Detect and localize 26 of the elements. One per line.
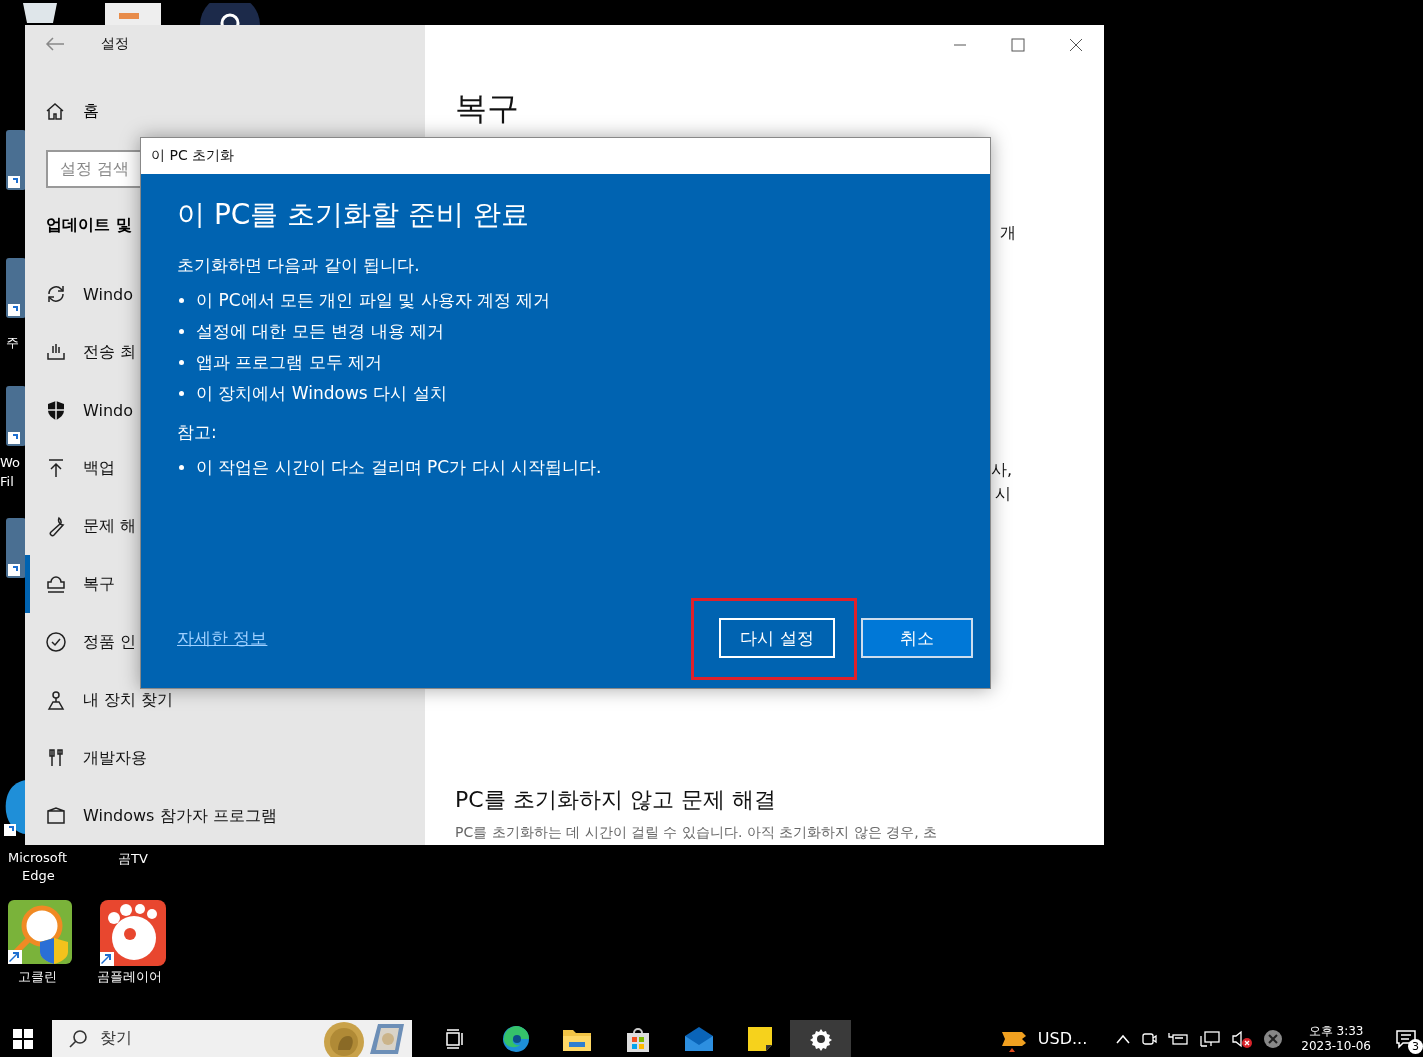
section-title: PC를 초기화하지 않고 문제 해결 — [455, 786, 777, 814]
icon-label: Edge — [22, 868, 55, 883]
icon-label: 고클린 — [18, 968, 57, 986]
dialog-heading: 이 PC를 초기화할 준비 완료 — [177, 197, 531, 233]
window-title: 설정 — [101, 34, 129, 53]
text-fragment: 개 — [1000, 223, 1016, 244]
icon-label: 주 — [6, 334, 19, 352]
dialog-title: 이 PC 초기화 — [141, 138, 990, 174]
intro-text: 초기화하면 다음과 같이 됩니다. — [177, 254, 421, 277]
notification-count: 3 — [1408, 1038, 1423, 1054]
text-fragment: 사, — [991, 460, 1013, 481]
bullet-text: 앱과 프로그램 모두 제거 — [196, 351, 383, 374]
icon-label: 곰TV — [118, 850, 148, 868]
section-heading: 업데이트 및 — [46, 214, 132, 236]
text-fragment: 시 — [995, 484, 1011, 505]
icon-label: 곰플레이어 — [97, 968, 162, 986]
bullet-text: 이 작업은 시간이 다소 걸리며 PC가 다시 시작됩니다. — [196, 456, 602, 479]
icon-label: Wo — [0, 455, 21, 470]
icon-label: Microsoft — [8, 850, 68, 865]
note-label: 참고: — [177, 421, 218, 444]
page-title: 복구 — [455, 88, 520, 129]
section-text: PC를 초기화하는 데 시간이 걸릴 수 있습니다. 아직 초기화하지 않은 경우, 초 — [455, 823, 939, 841]
bullet-text: 이 PC에서 모든 개인 파일 및 사용자 계정 제거 — [196, 289, 551, 312]
bullet-text: 설정에 대한 모든 변경 내용 제거 — [196, 320, 445, 343]
icon-label: Fil — [0, 474, 14, 489]
bullet-text: 이 장치에서 Windows 다시 설치 — [196, 382, 447, 405]
